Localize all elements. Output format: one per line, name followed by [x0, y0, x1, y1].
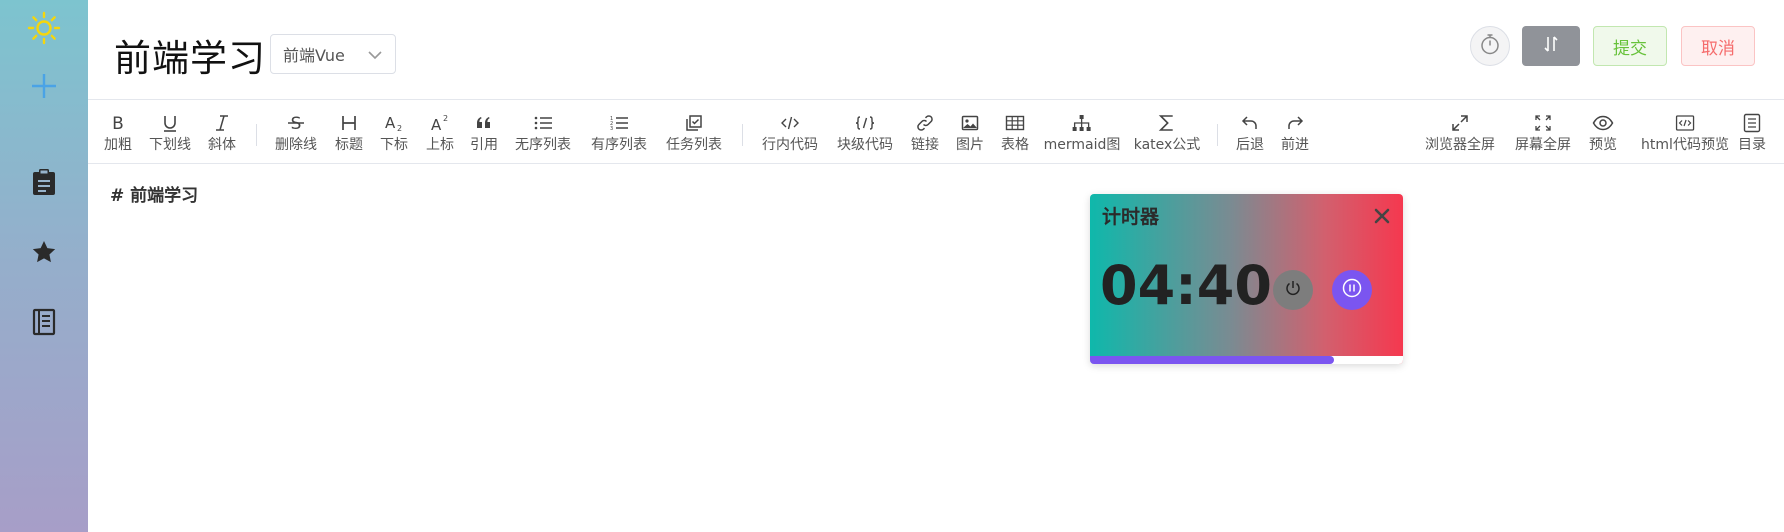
tool-italic[interactable]: 斜体: [208, 110, 236, 160]
pause-icon: [1341, 277, 1363, 303]
italic-icon: [213, 110, 231, 136]
svg-text:B: B: [112, 114, 124, 132]
image-icon: [961, 110, 979, 136]
heading-icon: [340, 110, 358, 136]
code-block-icon: [854, 110, 876, 136]
svg-text:2: 2: [397, 124, 402, 132]
tool-undo[interactable]: 后退: [1236, 110, 1264, 160]
catalog-icon: [1743, 110, 1761, 136]
svg-text:2: 2: [443, 114, 448, 123]
screen-fullscreen-icon: [1534, 110, 1552, 136]
sort-arrows-icon: [1541, 34, 1561, 58]
tool-bold[interactable]: B 加粗: [104, 110, 132, 160]
tool-table[interactable]: 表格: [1001, 110, 1029, 160]
tool-quote[interactable]: 引用: [470, 110, 498, 160]
tool-inline-code[interactable]: 行内代码: [762, 110, 818, 160]
tool-link[interactable]: 链接: [911, 110, 939, 160]
tool-mermaid[interactable]: mermaid图: [1044, 110, 1120, 160]
redo-icon: [1286, 110, 1304, 136]
svg-text:A: A: [385, 114, 396, 132]
category-select-value: 前端Vue: [283, 46, 345, 65]
sidebar: [0, 0, 88, 532]
category-select[interactable]: 前端Vue: [270, 34, 396, 74]
chevron-down-icon: [367, 47, 383, 67]
markdown-editor[interactable]: # 前端学习: [88, 165, 1784, 532]
tool-subscript[interactable]: A2 下标: [380, 110, 408, 160]
underline-icon: [161, 110, 179, 136]
toolbar-divider: [1217, 124, 1218, 146]
bold-icon: B: [109, 110, 127, 136]
sun-icon[interactable]: [24, 8, 64, 48]
submit-button[interactable]: 提交: [1593, 26, 1667, 66]
tool-superscript[interactable]: A2 上标: [426, 110, 454, 160]
html-preview-icon: [1675, 110, 1695, 136]
tool-strikethrough[interactable]: S 删除线: [275, 110, 317, 160]
svg-text:A: A: [431, 116, 442, 132]
undo-icon: [1241, 110, 1259, 136]
tool-image[interactable]: 图片: [956, 110, 984, 160]
timer-button[interactable]: [1470, 26, 1510, 66]
timer-time: 04:40: [1100, 254, 1272, 317]
stopwatch-icon: [1479, 33, 1501, 59]
tool-code-block[interactable]: 块级代码: [837, 110, 893, 160]
tool-catalog[interactable]: 目录: [1738, 110, 1766, 160]
tool-katex[interactable]: katex公式: [1134, 110, 1200, 160]
strikethrough-icon: S: [286, 110, 306, 136]
tool-browser-fullscreen[interactable]: 浏览器全屏: [1425, 110, 1495, 160]
editor-content-line: # 前端学习: [110, 186, 199, 206]
timer-title: 计时器: [1102, 206, 1160, 228]
unordered-list-icon: [533, 110, 553, 136]
eye-icon: [1592, 110, 1614, 136]
clipboard-icon[interactable]: [24, 162, 64, 202]
toolbar-divider: [742, 124, 743, 146]
svg-text:3: 3: [610, 126, 613, 132]
browser-fullscreen-icon: [1451, 110, 1469, 136]
subscript-icon: A2: [384, 110, 404, 136]
page-title: 前端学习: [114, 37, 266, 80]
timer-popup: 计时器 04:40: [1090, 194, 1403, 364]
editor-toolbar: B 加粗 下划线 斜体 S 删除线 标题 A2 下标 A2 上标 引用 无序列表…: [88, 100, 1784, 164]
task-list-icon: [685, 110, 703, 136]
timer-stop-button[interactable]: [1273, 270, 1313, 310]
toolbar-divider: [256, 124, 257, 146]
plus-icon[interactable]: [24, 66, 64, 106]
ordered-list-icon: 123: [609, 110, 629, 136]
tool-screen-fullscreen[interactable]: 屏幕全屏: [1515, 110, 1571, 160]
table-icon: [1005, 110, 1025, 136]
tool-html-preview[interactable]: html代码预览: [1641, 110, 1729, 160]
inline-code-icon: [780, 110, 800, 136]
tool-redo[interactable]: 前进: [1281, 110, 1309, 160]
tool-preview[interactable]: 预览: [1589, 110, 1617, 160]
mermaid-icon: [1072, 110, 1092, 136]
close-icon[interactable]: [1370, 204, 1394, 228]
timer-progress-bar: [1090, 356, 1403, 364]
quote-icon: [475, 110, 493, 136]
cancel-button[interactable]: 取消: [1681, 26, 1755, 66]
tool-heading[interactable]: 标题: [335, 110, 363, 160]
timer-pause-button[interactable]: [1332, 270, 1372, 310]
header: 前端学习 前端Vue 提交 取消: [88, 0, 1784, 100]
superscript-icon: A2: [430, 110, 450, 136]
tool-underline[interactable]: 下划线: [149, 110, 191, 160]
power-icon: [1284, 279, 1302, 301]
timer-progress-fill: [1090, 356, 1335, 364]
notebook-icon[interactable]: [24, 302, 64, 342]
star-icon[interactable]: [24, 232, 64, 272]
tool-unordered-list[interactable]: 无序列表: [515, 110, 571, 160]
switch-button[interactable]: [1522, 26, 1580, 66]
tool-ordered-list[interactable]: 123 有序列表: [591, 110, 647, 160]
link-icon: [916, 110, 934, 136]
sigma-icon: [1158, 110, 1176, 136]
tool-task-list[interactable]: 任务列表: [666, 110, 722, 160]
